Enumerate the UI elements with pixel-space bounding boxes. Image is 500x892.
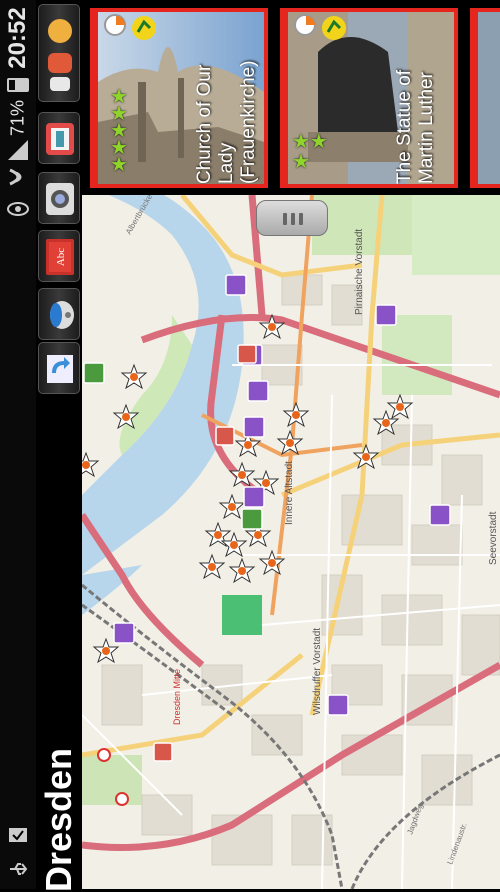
status-bar: 20:52 71%	[0, 0, 36, 889]
battery-icon	[7, 78, 29, 92]
attraction-title: The Statue of Martin Luther	[394, 69, 437, 184]
dictionary-button[interactable]: Abc	[38, 230, 80, 282]
eye-icon	[7, 202, 29, 216]
hiking-icon	[132, 16, 156, 40]
map-label-pirnaische-vorstadt: Pirnaische Vorstadt	[354, 229, 365, 315]
weather-button[interactable]	[38, 4, 80, 102]
satellite-button[interactable]	[38, 288, 80, 340]
clock: 20:52	[4, 7, 31, 69]
attraction-title: Church of Our Lady (Frauenkirche)	[194, 60, 259, 184]
notification-check-icon	[9, 828, 27, 842]
camera-icon	[46, 183, 74, 215]
app-title: Dresden	[38, 747, 79, 892]
attraction-card-luther[interactable]: ★★ ★ The Statue of Martin Luther	[280, 8, 458, 188]
attractions-strip: ★ ★ ★ ★ ★ Church of Our Lady (Frauenkirche) ★★…	[82, 0, 500, 195]
map-label-dresden-mitte: Dresden Mitte	[172, 669, 182, 725]
attraction-photo	[478, 12, 500, 184]
svg-text:Abc: Abc	[55, 248, 67, 266]
refresh-button[interactable]	[38, 342, 80, 394]
drawer-handle[interactable]	[256, 200, 328, 236]
rating-stars: ★★ ★	[292, 131, 328, 173]
satellite-icon	[50, 301, 74, 329]
dictionary-icon: Abc	[46, 239, 74, 275]
rating-stars: ★ ★ ★ ★ ★	[110, 86, 128, 176]
weather-icon	[48, 19, 72, 91]
attraction-card-partial[interactable]	[470, 8, 500, 188]
hiking-icon	[322, 16, 346, 40]
map-label-innere-altstadt: Innere Altstadt	[284, 461, 295, 525]
city-map[interactable]: Innere Altstadt Pirnaische Vorstadt Seev…	[82, 195, 500, 889]
camera-button[interactable]	[38, 172, 80, 224]
clock-icon	[294, 14, 316, 36]
map-label-jagdweg: Jagdweg	[405, 803, 424, 836]
calendar-button[interactable]	[38, 112, 80, 164]
battery-percent: 71%	[7, 99, 28, 137]
wifi-icon	[9, 168, 22, 186]
attraction-card-frauenkirche[interactable]: ★ ★ ★ ★ ★ Church of Our Lady (Frauenkirche)	[90, 8, 268, 188]
signal-icon	[8, 140, 28, 160]
map-label-wilsdruffer-vorstadt: Wilsdruffer Vorstadt	[312, 628, 323, 715]
map-label-lindenaustr: Lindenaustr.	[445, 822, 468, 866]
map-label-seevorstadt: Seevorstadt	[488, 511, 499, 565]
calendar-icon	[46, 123, 74, 155]
clock-icon	[104, 14, 126, 36]
refresh-icon	[47, 355, 73, 383]
usb-icon	[10, 863, 28, 875]
